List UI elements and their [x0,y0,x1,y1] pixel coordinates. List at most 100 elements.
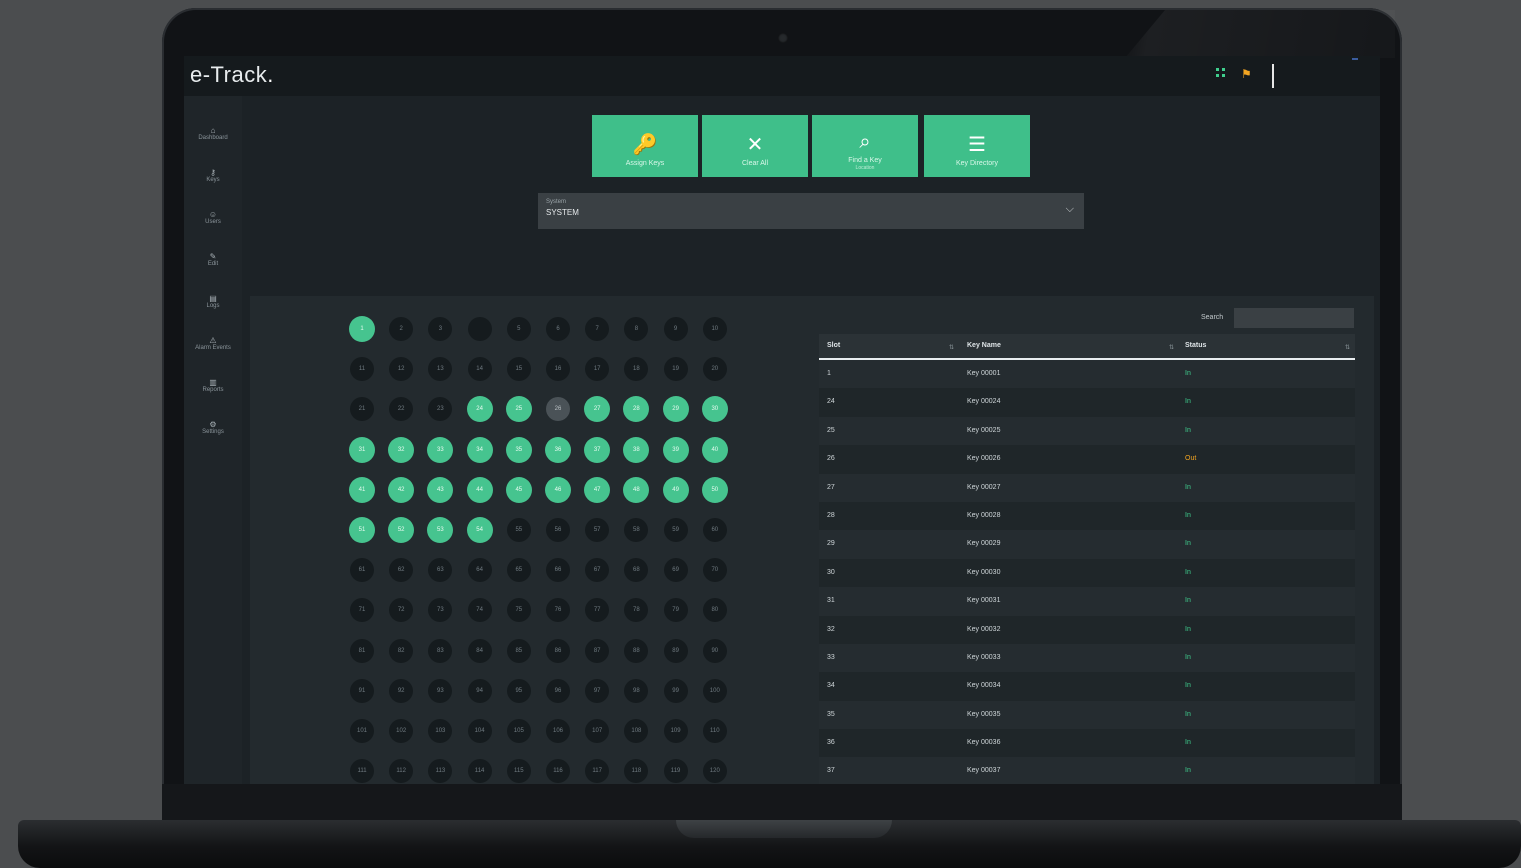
key-slot[interactable]: 100 [702,678,727,703]
key-slot[interactable]: 59 [663,518,688,542]
sidebar-item[interactable]: ⚠ Alarm Events [184,336,242,352]
key-slot[interactable]: 33 [427,436,454,463]
key-slot[interactable]: 35 [505,436,532,463]
key-slot[interactable]: 88 [624,638,649,663]
sort-icon[interactable]: ⇅ [1169,344,1174,351]
key-slot[interactable]: 105 [506,719,531,743]
key-slot[interactable]: 90 [702,638,727,663]
key-slot[interactable]: 25 [505,396,532,423]
key-slot[interactable] [467,317,492,341]
table-row[interactable]: 32 Key 00032 In [819,615,1355,644]
table-row[interactable]: 24 Key 00024 In [819,388,1355,417]
action-button[interactable]: ✕ Clear All [702,115,808,177]
system-select[interactable]: System SYSTEM ⌵ [538,193,1084,229]
table-row[interactable]: 36 Key 00036 In [819,729,1355,758]
table-row[interactable]: 28 Key 00028 In [819,501,1355,531]
key-slot[interactable]: 1 [349,316,375,342]
key-slot[interactable]: 110 [702,719,727,743]
key-slot[interactable]: 82 [389,638,414,663]
app-logo[interactable]: e-Track. [190,62,274,88]
key-slot[interactable]: 102 [389,719,414,743]
key-slot[interactable]: 60 [702,518,727,542]
key-slot[interactable]: 74 [467,598,492,623]
key-slot[interactable]: 30 [701,396,728,423]
key-slot[interactable]: 86 [546,638,570,663]
key-slot[interactable]: 2 [389,317,414,341]
key-slot[interactable]: 87 [585,638,610,663]
key-slot[interactable]: 15 [506,357,531,382]
key-slot[interactable]: 116 [546,759,570,784]
key-slot[interactable]: 114 [467,759,492,784]
grid-icon[interactable] [1216,68,1228,80]
key-slot[interactable]: 20 [702,357,727,382]
key-slot[interactable]: 83 [428,638,453,663]
key-slot[interactable]: 6 [546,317,570,341]
action-button[interactable]: ☰ Key Directory [924,115,1030,177]
key-slot[interactable]: 69 [663,558,688,583]
key-slot[interactable]: 11 [350,357,374,382]
key-slot[interactable]: 45 [505,476,532,503]
key-slot[interactable]: 43 [427,476,454,503]
key-slot[interactable]: 61 [350,558,374,583]
column-header-slot[interactable]: Slot [827,342,840,349]
action-button[interactable]: 🔑 Assign Keys [592,115,698,177]
column-header-key-name[interactable]: Key Name [967,342,1001,349]
sort-icon[interactable]: ⇅ [949,344,954,351]
key-slot[interactable]: 32 [388,436,415,463]
key-slot[interactable]: 91 [350,678,374,703]
key-slot[interactable]: 65 [506,558,531,583]
sidebar-item[interactable]: ▤ Logs [184,294,242,310]
key-slot[interactable]: 111 [350,759,374,784]
sidebar-item[interactable]: ⌂ Dashboard [184,126,242,142]
table-row[interactable]: 29 Key 00029 In [819,530,1355,559]
key-slot[interactable]: 57 [585,518,610,542]
key-slot[interactable]: 92 [389,678,414,703]
flag-icon[interactable]: ⚑ [1241,67,1252,81]
key-slot[interactable]: 95 [506,678,531,703]
table-row[interactable]: 27 Key 00027 In [819,473,1355,502]
key-slot[interactable]: 46 [545,476,571,503]
key-slot[interactable]: 106 [546,719,570,743]
key-slot[interactable]: 40 [701,436,728,463]
table-row[interactable]: 31 Key 00031 In [819,587,1355,616]
table-row[interactable]: 35 Key 00035 In [819,700,1355,730]
key-slot[interactable]: 31 [349,436,375,463]
key-slot[interactable]: 55 [506,518,531,542]
key-slot[interactable]: 120 [702,759,727,784]
key-slot[interactable]: 48 [623,476,650,503]
key-slot[interactable]: 109 [663,719,688,743]
key-slot[interactable]: 50 [701,476,728,503]
key-slot[interactable]: 96 [546,678,570,703]
key-slot[interactable]: 19 [663,357,688,382]
key-slot[interactable]: 107 [585,719,610,743]
key-slot[interactable]: 84 [467,638,492,663]
key-slot[interactable]: 42 [388,476,415,503]
key-slot[interactable]: 39 [662,436,689,463]
key-slot[interactable]: 51 [349,517,375,543]
sidebar-item[interactable]: ⚷ Keys [184,168,242,184]
key-slot[interactable]: 101 [350,719,374,743]
key-slot[interactable]: 89 [663,638,688,663]
sort-icon[interactable]: ⇅ [1345,344,1350,351]
key-slot[interactable]: 85 [506,638,531,663]
key-slot[interactable]: 16 [546,357,570,382]
action-button[interactable]: ⌕ Find a Key Location [812,115,918,177]
table-row[interactable]: 1 Key 00001 In [819,360,1355,389]
sidebar-item[interactable]: ▥ Reports [184,378,242,394]
key-slot[interactable]: 70 [702,558,727,583]
key-slot[interactable]: 14 [467,357,492,382]
key-slot[interactable]: 41 [349,476,375,503]
key-slot[interactable]: 81 [350,638,374,663]
key-slot[interactable]: 34 [466,436,493,463]
key-slot[interactable]: 56 [546,518,570,542]
sidebar-item[interactable]: ✎ Edit [184,252,242,268]
key-slot[interactable]: 9 [663,317,688,341]
key-slot[interactable]: 44 [466,476,493,503]
key-slot[interactable]: 10 [702,317,727,341]
sidebar-item[interactable]: ☺ Users [184,210,242,226]
key-slot[interactable]: 49 [662,476,689,503]
table-row[interactable]: 30 Key 00030 In [819,558,1355,588]
table-row[interactable]: 33 Key 00033 In [819,643,1355,673]
column-header-status[interactable]: Status [1185,342,1206,349]
key-slot[interactable]: 64 [467,558,492,583]
